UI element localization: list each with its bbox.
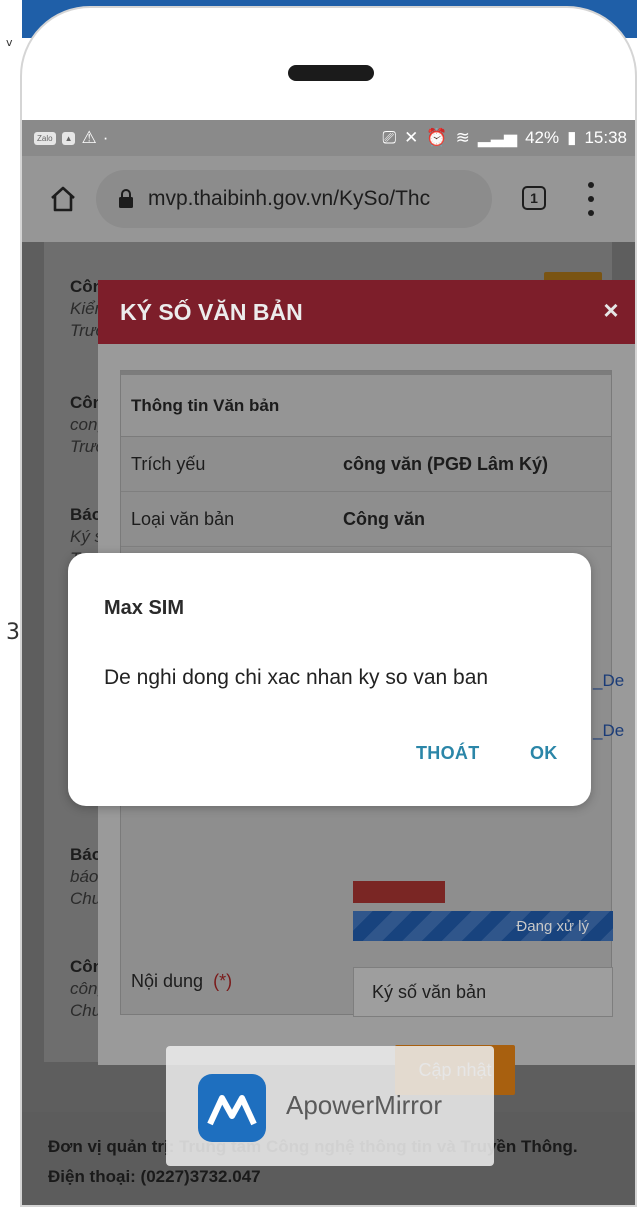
cancel-button[interactable]: THOÁT	[416, 743, 480, 764]
apowermirror-watermark: ApowerMirror	[166, 1046, 494, 1166]
content-input[interactable]: Ký số văn bản	[353, 967, 613, 1017]
modal-title: KÝ SỐ VĂN BẢN	[120, 298, 303, 325]
desktop-glyph: 3	[6, 620, 20, 645]
mute-icon: ✕	[404, 128, 419, 147]
attachment-link[interactable]: _De	[593, 721, 624, 741]
wifi-icon: ≋	[455, 128, 470, 147]
info-row: Trích yếu công văn (PGĐ Lâm Ký)	[121, 437, 611, 492]
desktop-glyph: v	[6, 36, 13, 49]
section-title: Thông tin Văn bản	[121, 371, 611, 437]
overflow-menu-icon[interactable]	[586, 182, 596, 216]
url-text: mvp.thaibinh.gov.vn/KySo/Thc	[148, 187, 431, 210]
content-label: Nội dung (*)	[131, 971, 233, 991]
row-label: Trích yếu	[131, 453, 206, 474]
confirm-dialog: Max SIM De nghi dong chi xac nhan ky so …	[68, 553, 591, 806]
cast-icon: ⎚	[382, 128, 397, 147]
close-icon[interactable]: ×	[597, 295, 625, 325]
status-bar: Zalo ▲ ⚠ · ⎚ ✕ ⏰ ≋ ▂▃▅ 42% ▮ 15:38	[22, 120, 635, 156]
progress-label: Đang xử lý	[516, 917, 589, 935]
desktop-background: v 3	[0, 0, 22, 1207]
warning-icon: ⚠	[81, 128, 97, 147]
url-bar[interactable]: mvp.thaibinh.gov.vn/KySo/Thc	[96, 170, 492, 228]
dialog-title: Max SIM	[104, 597, 185, 619]
alarm-icon: ⏰	[426, 128, 448, 147]
ok-button[interactable]: OK	[530, 743, 558, 764]
battery-percent: 42%	[525, 128, 560, 147]
attachment-link[interactable]: _De	[593, 671, 624, 691]
row-value: Công văn	[343, 508, 426, 529]
phone-frame: Zalo ▲ ⚠ · ⎚ ✕ ⏰ ≋ ▂▃▅ 42% ▮ 15:38 mvp.t…	[20, 6, 637, 1207]
row-value: công văn (PGĐ Lâm Ký)	[343, 453, 549, 474]
gallery-icon: ▲	[61, 131, 76, 145]
dot-icon: ·	[102, 128, 109, 147]
required-mark: (*)	[213, 971, 233, 991]
browser-toolbar: mvp.thaibinh.gov.vn/KySo/Thc 1	[22, 156, 635, 242]
phone-speaker	[288, 65, 374, 81]
modal-header: KÝ SỐ VĂN BẢN	[98, 280, 635, 344]
info-row: Loại văn bản Công văn	[121, 492, 611, 547]
clock: 15:38	[584, 128, 627, 147]
row-label: Loại văn bản	[131, 508, 235, 529]
apowermirror-logo	[198, 1074, 266, 1142]
signal-icon: ▂▃▅	[477, 128, 518, 147]
tab-switcher-button[interactable]: 1	[522, 186, 546, 210]
progress-bar: Đang xử lý	[353, 911, 613, 941]
home-icon[interactable]	[48, 184, 78, 214]
watermark-text: ApowerMirror	[286, 1090, 443, 1120]
zalo-icon: Zalo	[34, 131, 56, 145]
dialog-message: De nghi dong chi xac nhan ky so van ban	[104, 666, 489, 689]
lock-icon	[119, 189, 133, 208]
remove-button[interactable]	[353, 881, 445, 903]
battery-icon: ▮	[567, 128, 577, 147]
